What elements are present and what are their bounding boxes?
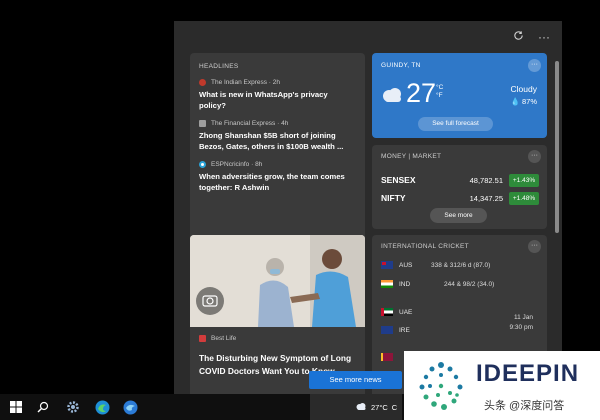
team-row[interactable]: UAE (381, 308, 412, 316)
news-panel: ··· HEADLINES The Indian Express · 2h Wh… (174, 21, 562, 396)
weather-location: GUINDY, TN (381, 62, 421, 69)
cricket-more-icon[interactable]: ··· (528, 240, 541, 253)
weather-condition: Cloudy (510, 84, 537, 94)
match-time: 9:30 pm (509, 324, 534, 331)
weather-card[interactable]: GUINDY, TN ··· 27 °C °F Cloudy 💧 87% See… (372, 53, 547, 138)
humidity-icon: 💧 (510, 97, 520, 106)
news-source: ESPNcricinfo · 8h (211, 161, 263, 168)
temperature-unit-toggle[interactable]: °C °F (436, 84, 443, 100)
more-icon[interactable]: ··· (538, 31, 550, 43)
ire-flag-icon (381, 326, 393, 334)
aus-flag-icon (381, 261, 393, 269)
ideepin-logo-icon (419, 362, 463, 410)
search-icon[interactable] (35, 399, 51, 415)
watermark-logo: IDEEPIN 头条 @深度问答 (404, 351, 600, 420)
match-date: 11 Jan (513, 314, 533, 321)
team-row[interactable] (381, 353, 399, 361)
change-badge: +1.48% (509, 191, 539, 205)
team-row[interactable]: AUS (381, 261, 412, 269)
article-photo (190, 235, 365, 327)
market-more-icon[interactable]: ··· (528, 150, 541, 163)
panel-toolbar: ··· (513, 30, 550, 43)
cloud-icon (355, 402, 367, 413)
news-item[interactable]: ESPNcricinfo · 8h When adversities grow,… (199, 161, 356, 193)
scrollbar[interactable] (555, 61, 559, 233)
refresh-icon[interactable] (513, 30, 524, 43)
change-badge: +1.43% (509, 173, 539, 187)
headlines-card: HEADLINES The Indian Express · 2h What i… (190, 53, 365, 249)
news-item[interactable]: The Financial Express · 4h Zhong Shansha… (199, 120, 356, 152)
market-card: MONEY | MARKET ··· SENSEX 48,782.51 +1.4… (372, 145, 547, 229)
weather-humidity: 💧 87% (510, 97, 537, 106)
news-source: The Indian Express · 2h (211, 79, 281, 86)
see-full-forecast-button[interactable]: See full forecast (418, 117, 493, 131)
team-score: 244 & 98/2 (34.0) (444, 281, 495, 288)
news-title[interactable]: When adversities grow, the team comes to… (199, 171, 356, 193)
taskbar-temperature: 27°C (371, 402, 388, 412)
market-row[interactable]: SENSEX 48,782.51 +1.43% (381, 173, 539, 187)
team-score: 338 & 312/6 d (87.0) (431, 262, 491, 269)
news-title[interactable]: Zhong Shanshan $5B short of joining Bezo… (199, 130, 356, 152)
news-item[interactable]: The Indian Express · 2h What is new in W… (199, 79, 356, 111)
team-row[interactable]: IND (381, 280, 410, 288)
weather-more-icon[interactable]: ··· (528, 59, 541, 72)
edge-browser-icon[interactable] (122, 399, 138, 415)
source-logo-icon (199, 335, 206, 342)
sl-flag-icon (381, 353, 393, 361)
team-row[interactable]: IRE (381, 326, 410, 334)
market-label: MONEY | MARKET (381, 153, 442, 160)
source-logo-icon (199, 120, 206, 127)
news-source: Best Life (211, 335, 237, 342)
cloud-icon (380, 86, 404, 109)
taskbar-weather-trail: C (391, 402, 398, 412)
see-more-news-button[interactable]: See more news (309, 371, 402, 389)
news-source: The Financial Express · 4h (211, 120, 289, 127)
edge-browser-icon[interactable] (94, 399, 110, 415)
market-row[interactable]: NIFTY 14,347.25 +1.48% (381, 191, 539, 205)
settings-gear-icon[interactable] (65, 399, 81, 415)
weather-temperature: 27 (406, 78, 437, 108)
source-logo-icon (199, 79, 206, 86)
see-more-button[interactable]: See more (430, 208, 487, 223)
news-title[interactable]: What is new in WhatsApp's privacy policy… (199, 89, 356, 111)
watermark-brand: IDEEPIN (476, 360, 580, 387)
uae-flag-icon (381, 308, 393, 316)
headlines-label: HEADLINES (199, 63, 239, 70)
source-logo-icon (199, 161, 206, 168)
taskbar-weather[interactable]: 27°C C (310, 394, 402, 420)
watermark-subtitle: 头条 @深度问答 (484, 400, 565, 412)
windows-start-icon[interactable] (8, 399, 24, 415)
ind-flag-icon (381, 280, 393, 288)
cricket-label: INTERNATIONAL CRICKET (381, 243, 469, 250)
